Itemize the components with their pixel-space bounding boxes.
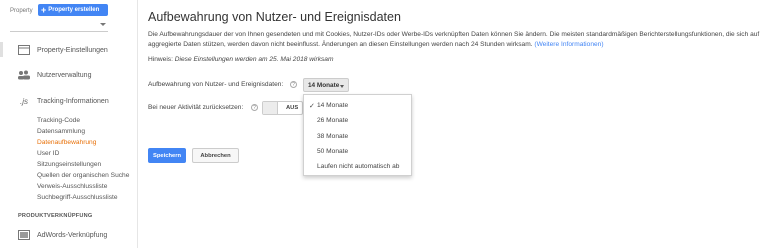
hint-text: Diese Einstellungen werden am 25. Mai 20…: [174, 56, 334, 63]
checkmark-icon: ✓: [309, 102, 315, 110]
create-property-label: Property erstellen: [48, 7, 100, 13]
chevron-down-icon: [100, 23, 106, 26]
sidebar-subitem-data-collection[interactable]: Datensammlung: [37, 128, 85, 135]
page-title: Aufbewahrung von Nutzer- und Ereignisdat…: [148, 10, 401, 24]
sidebar-subitem-user-id[interactable]: User ID: [37, 150, 59, 157]
toggle-knob: [263, 102, 278, 114]
sidebar-subitem-referral-exclusion[interactable]: Verweis-Ausschlussliste: [37, 183, 107, 190]
reset-toggle[interactable]: AUS: [262, 101, 303, 115]
sidebar-item-tracking[interactable]: .js Tracking-Informationen: [0, 91, 138, 111]
retention-select-value: 14 Monate: [308, 81, 340, 89]
dropdown-option-label: 38 Monate: [317, 133, 349, 140]
sidebar-subitem-organic-search[interactable]: Quellen der organischen Suche: [37, 172, 129, 179]
sidebar-item-label: Nutzerverwaltung: [37, 71, 92, 79]
retention-label: Aufbewahrung von Nutzer- und Ereignisdat…: [148, 81, 284, 88]
dropdown-option[interactable]: 26 Monate: [304, 113, 411, 128]
property-label: Property: [10, 8, 33, 14]
cancel-button[interactable]: Abbrechen: [192, 148, 239, 163]
dropdown-option-label: Laufen nicht automatisch ab: [317, 163, 400, 170]
description: Die Aufbewahrungsdauer der von Ihnen ges…: [148, 30, 762, 50]
hint-prefix: Hinweis:: [148, 56, 173, 63]
js-icon: .js: [20, 96, 28, 106]
dropdown-option[interactable]: ✓ 14 Monate: [304, 98, 411, 113]
sidebar-item-adwords[interactable]: AdWords-Verknüpfung: [0, 225, 138, 245]
dropdown-option-label: 14 Monate: [317, 102, 349, 109]
adwords-icon: [18, 230, 30, 240]
sidebar: Property + Property erstellen Property-E…: [0, 0, 138, 248]
sidebar-item-label: Tracking-Informationen: [37, 97, 109, 105]
dropdown-option[interactable]: 50 Monate: [304, 144, 411, 159]
users-icon: [18, 70, 30, 80]
dropdown-option-label: 26 Monate: [317, 117, 349, 124]
chevron-down-icon: [340, 85, 344, 88]
dropdown-option[interactable]: Laufen nicht automatisch ab: [304, 159, 411, 174]
toggle-state: AUS: [286, 105, 299, 111]
help-icon[interactable]: ?: [290, 81, 297, 88]
reset-label: Bei neuer Aktivität zurücksetzen:: [148, 104, 244, 111]
help-icon[interactable]: ?: [251, 104, 258, 111]
sidebar-subitem-search-term-exclusion[interactable]: Suchbegriff-Ausschlussliste: [37, 194, 118, 201]
sidebar-item-users[interactable]: Nutzerverwaltung: [0, 65, 138, 85]
retention-dropdown-menu: ✓ 14 Monate 26 Monate 38 Monate 50 Monat…: [303, 94, 412, 176]
property-settings-icon: [18, 45, 30, 55]
sidebar-subitem-tracking-code[interactable]: Tracking-Code: [37, 117, 80, 124]
more-info-link[interactable]: (Weitere Informationen): [534, 41, 603, 48]
retention-select[interactable]: 14 Monate: [303, 78, 349, 92]
sidebar-item-property-settings[interactable]: Property-Einstellungen: [0, 40, 138, 60]
dropdown-option-label: 50 Monate: [317, 148, 349, 155]
sidebar-subitem-session-settings[interactable]: Sitzungseinstellungen: [37, 161, 101, 168]
save-button[interactable]: Speichern: [148, 148, 186, 163]
sidebar-item-label: AdWords-Verknüpfung: [37, 231, 108, 239]
description-text: Die Aufbewahrungsdauer der von Ihnen ges…: [148, 31, 760, 48]
hint: Hinweis: Diese Einstellungen werden am 2…: [148, 56, 333, 63]
create-property-button[interactable]: + Property erstellen: [38, 4, 108, 16]
plus-icon: +: [41, 4, 47, 15]
section-heading-product-linking: PRODUKTVERKNÜPFUNG: [18, 213, 93, 219]
sidebar-item-label: Property-Einstellungen: [37, 46, 108, 54]
sidebar-subitem-data-retention[interactable]: Datenaufbewahrung: [37, 139, 96, 146]
property-selector[interactable]: [10, 20, 108, 32]
dropdown-option[interactable]: 38 Monate: [304, 129, 411, 144]
